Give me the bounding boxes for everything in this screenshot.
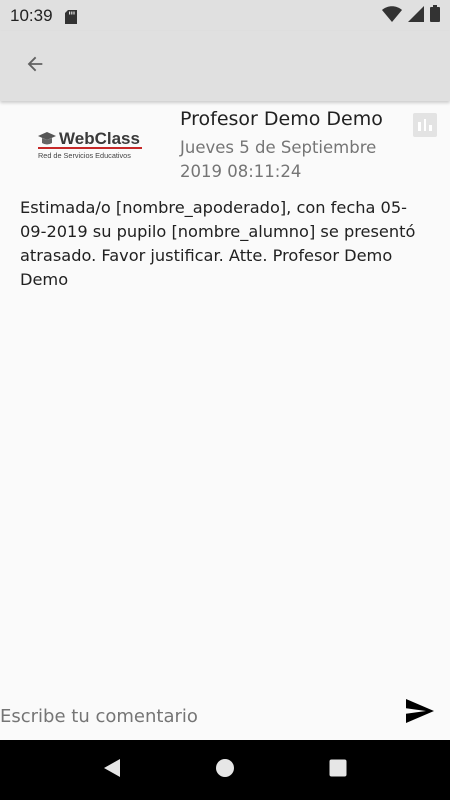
home-circle-icon	[215, 758, 235, 782]
send-icon	[406, 699, 434, 727]
app-bar	[0, 31, 450, 101]
recents-square-icon	[328, 758, 348, 782]
nav-back-button[interactable]	[100, 758, 124, 782]
battery-icon	[430, 5, 440, 26]
status-time: 10:39	[10, 5, 53, 25]
message-body: Estimada/o [nombre_apoderado], con fecha…	[20, 198, 416, 289]
nav-recents-button[interactable]	[326, 758, 350, 782]
nav-home-button[interactable]	[213, 758, 237, 782]
status-bar: 10:39	[0, 0, 450, 31]
logo-tagline: Red de Servicios Educativos	[38, 151, 131, 160]
bar-chart-icon	[418, 122, 421, 131]
sd-card-icon	[64, 9, 77, 24]
stats-button[interactable]	[413, 113, 437, 137]
logo-wordmark: WebClass	[59, 129, 140, 148]
notification-header: WebClass Red de Servicios Educativos Pro…	[0, 104, 450, 184]
status-icons	[382, 5, 440, 26]
author-name: Profesor Demo Demo	[180, 108, 383, 130]
arrow-back-icon	[24, 53, 46, 79]
message-date: Jueves 5 de Septiembre 2019 08:11:24	[180, 138, 377, 181]
send-button[interactable]	[404, 698, 436, 728]
back-button[interactable]	[13, 44, 57, 88]
comment-input[interactable]	[0, 696, 395, 736]
webclass-logo: WebClass Red de Servicios Educativos	[37, 126, 143, 166]
back-triangle-icon	[102, 758, 122, 782]
comment-bar	[0, 690, 450, 740]
signal-icon	[408, 5, 424, 26]
system-nav-bar	[0, 740, 450, 800]
wifi-icon	[382, 5, 402, 26]
